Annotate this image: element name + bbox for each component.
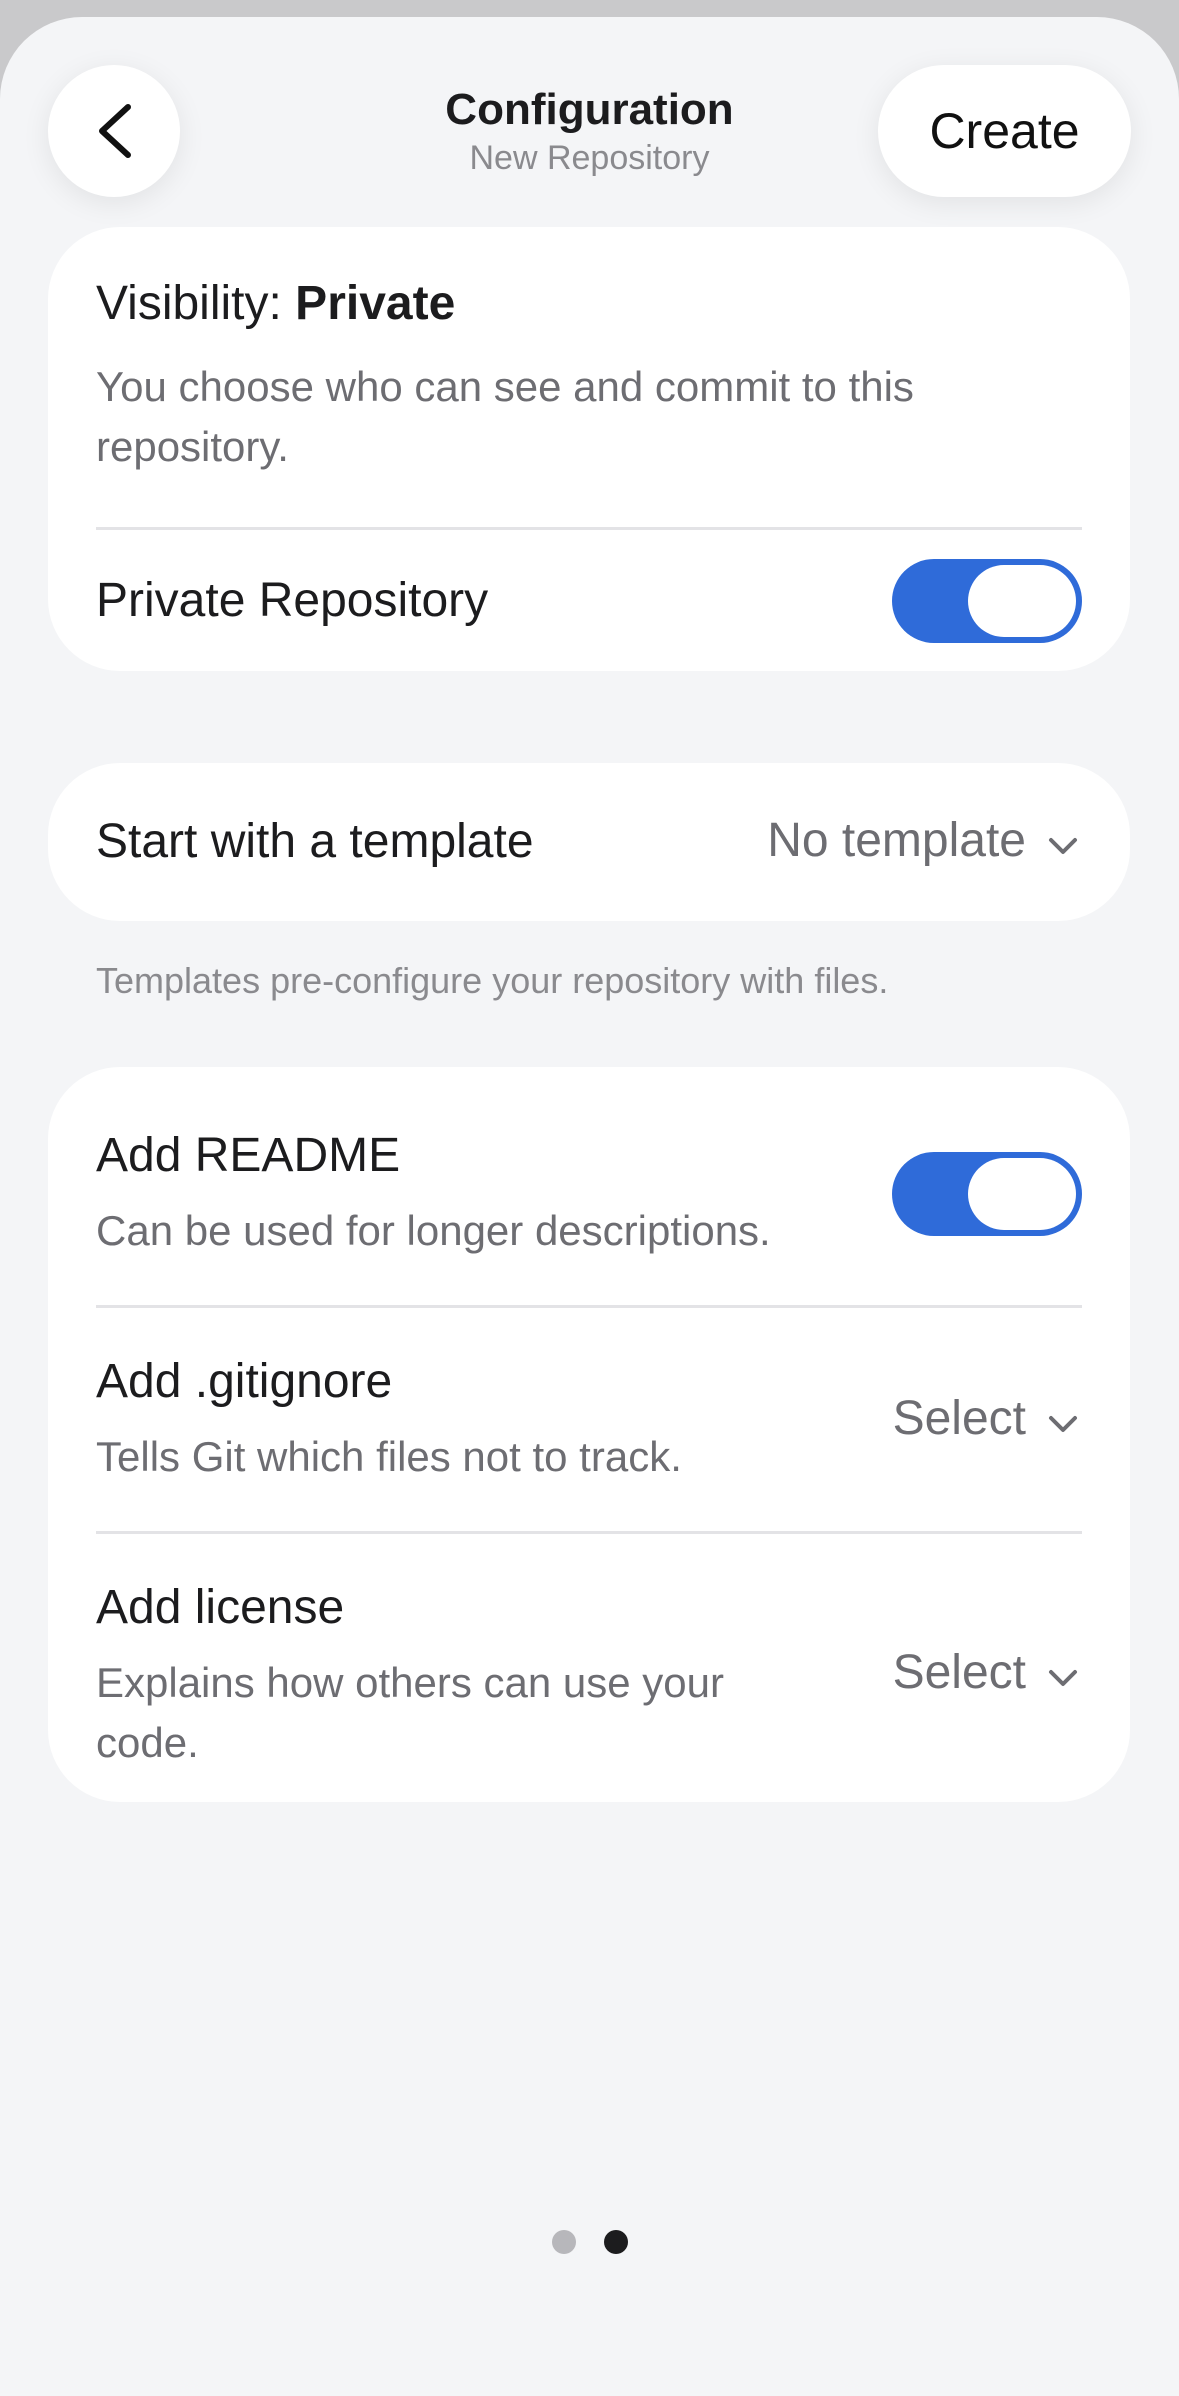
template-selected: No template [767, 814, 1026, 867]
visibility-value: Private [295, 277, 456, 330]
chevron-left-icon [92, 101, 136, 161]
license-dropdown[interactable]: Select [893, 1645, 1078, 1700]
divider [96, 527, 1082, 530]
template-dropdown[interactable]: No template [767, 813, 1078, 868]
chevron-down-icon [1048, 1645, 1078, 1700]
page-indicator[interactable] [0, 2230, 1179, 2254]
chevron-down-icon [1048, 813, 1078, 868]
visibility-card: Visibility: Private You choose who can s… [48, 227, 1130, 671]
configuration-sheet: Configuration New Repository Create Visi… [0, 17, 1179, 2396]
template-footnote: Templates pre-configure your repository … [96, 960, 889, 1001]
options-card: Add README Can be used for longer descri… [48, 1067, 1130, 1802]
visibility-label: Visibility: [96, 277, 296, 330]
page-dot-1[interactable] [551, 2230, 576, 2254]
license-title: Add license [96, 1581, 345, 1634]
page-subtitle: New Repository [469, 139, 710, 177]
license-description: Explains how others can use your code. [96, 1659, 725, 1766]
template-card[interactable]: Start with a template No template [48, 763, 1130, 921]
create-button[interactable]: Create [878, 65, 1131, 197]
readme-toggle[interactable] [892, 1152, 1082, 1236]
back-button[interactable] [48, 65, 180, 197]
toggle-knob [968, 565, 1076, 637]
page-title: Configuration [445, 85, 734, 134]
divider [96, 1531, 1082, 1534]
chevron-down-icon [1048, 1391, 1078, 1446]
page-dot-2[interactable] [603, 2230, 628, 2254]
divider [96, 1305, 1082, 1308]
gitignore-selected: Select [892, 1392, 1026, 1445]
private-repository-toggle[interactable] [892, 559, 1082, 643]
license-selected: Select [892, 1646, 1026, 1699]
visibility-heading: Visibility: Private [96, 275, 1082, 333]
header-titles: Configuration New Repository [300, 83, 879, 179]
toggle-knob [968, 1158, 1076, 1230]
visibility-description: You choose who can see and commit to thi… [96, 363, 914, 470]
gitignore-dropdown[interactable]: Select [893, 1391, 1078, 1446]
